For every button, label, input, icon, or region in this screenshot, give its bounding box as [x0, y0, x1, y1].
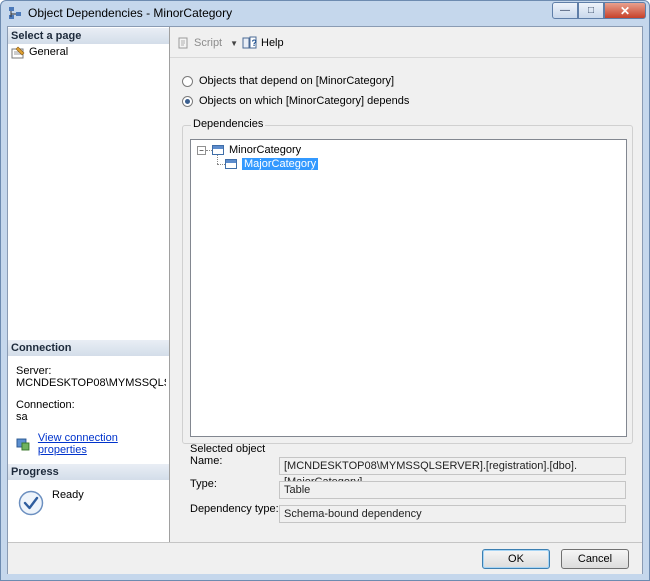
- page-item-label: General: [29, 46, 69, 58]
- tree-node-child-label[interactable]: MajorCategory: [242, 158, 319, 170]
- title-bar[interactable]: Object Dependencies - MinorCategory — □ …: [1, 1, 649, 25]
- dependencies-group: Dependencies − MinorCategory MajorCatego…: [182, 118, 633, 444]
- radio-depends-label[interactable]: Objects on which [MinorCategory] depends: [199, 95, 409, 107]
- maximize-button[interactable]: □: [578, 2, 604, 19]
- view-connection-properties[interactable]: View connection properties: [16, 432, 169, 456]
- radio-depend-on-circle[interactable]: [182, 75, 193, 87]
- dialog-client: Select a page General Connection Server:…: [7, 26, 643, 574]
- connection-value: sa: [16, 411, 28, 423]
- radio-depends-circle[interactable]: [182, 95, 193, 107]
- radio-depends[interactable]: Objects on which [MinorCategory] depends: [182, 95, 409, 107]
- tree-connector: [217, 163, 225, 165]
- name-label: Name:: [190, 455, 223, 467]
- radio-depend-on-label[interactable]: Objects that depend on [MinorCategory]: [199, 75, 394, 87]
- minimize-icon: —: [560, 5, 570, 16]
- dialog-footer: OK Cancel: [8, 542, 642, 574]
- view-connection-properties-link[interactable]: View connection properties: [38, 432, 169, 456]
- script-icon: [178, 37, 188, 49]
- dependency-type-label: Dependency type:: [190, 503, 279, 515]
- table-icon: [212, 145, 224, 155]
- right-pane: Script ▼ ? Help Objects that depend on […: [170, 27, 642, 542]
- select-page-header: Select a page: [8, 28, 169, 44]
- left-pane: Select a page General Connection Server:…: [8, 27, 170, 542]
- svg-text:?: ?: [252, 38, 258, 48]
- type-label: Type:: [190, 478, 217, 490]
- script-label: Script: [194, 37, 223, 49]
- help-button[interactable]: ? Help: [242, 36, 284, 50]
- connection-label: Connection:: [16, 399, 75, 411]
- radio-depend-on[interactable]: Objects that depend on [MinorCategory]: [182, 75, 394, 87]
- window-controls: — □ ✕: [552, 2, 646, 20]
- type-value-field[interactable]: Table: [279, 481, 626, 499]
- dependencies-icon: [9, 7, 21, 19]
- script-button[interactable]: Script ▼: [176, 36, 238, 50]
- server-label: Server:: [16, 365, 52, 377]
- progress-header: Progress: [8, 464, 169, 480]
- connection-properties-icon: [16, 438, 30, 450]
- maximize-icon: □: [587, 5, 595, 16]
- selected-object-header: Selected object: [190, 443, 266, 455]
- close-icon: ✕: [619, 3, 631, 18]
- page-item-general[interactable]: General: [11, 45, 68, 59]
- close-button[interactable]: ✕: [604, 2, 646, 19]
- progress-status: Ready: [52, 489, 84, 501]
- help-label: Help: [261, 37, 284, 49]
- tree-node-child[interactable]: MajorCategory: [217, 157, 319, 171]
- ready-check-icon: [18, 490, 44, 516]
- toolbar: Script ▼ ? Help: [170, 27, 642, 58]
- help-icon: ?: [242, 36, 258, 49]
- tree-node-root-label[interactable]: MinorCategory: [229, 144, 301, 156]
- script-dropdown-icon[interactable]: ▼: [230, 39, 238, 48]
- tree-node-root[interactable]: − MinorCategory: [197, 143, 301, 157]
- minimize-button[interactable]: —: [552, 2, 578, 19]
- connection-header: Connection: [8, 340, 169, 356]
- window-title: Object Dependencies - MinorCategory: [28, 6, 233, 20]
- name-value-field[interactable]: [MCNDESKTOP08\MYMSSQLSERVER].[registrati…: [279, 457, 626, 488]
- collapse-icon[interactable]: −: [197, 145, 206, 155]
- ok-button[interactable]: OK: [482, 549, 550, 569]
- table-icon: [225, 159, 237, 169]
- dependencies-legend: Dependencies: [191, 118, 266, 130]
- dependency-type-value-field[interactable]: Schema-bound dependency: [279, 505, 626, 523]
- cancel-button[interactable]: Cancel: [561, 549, 629, 569]
- general-page-icon: [11, 46, 25, 58]
- dialog-window: Object Dependencies - MinorCategory — □ …: [0, 0, 650, 581]
- server-value: MCNDESKTOP08\MYMSSQLSEI: [16, 377, 166, 389]
- dependencies-tree[interactable]: − MinorCategory MajorCategory: [190, 139, 627, 437]
